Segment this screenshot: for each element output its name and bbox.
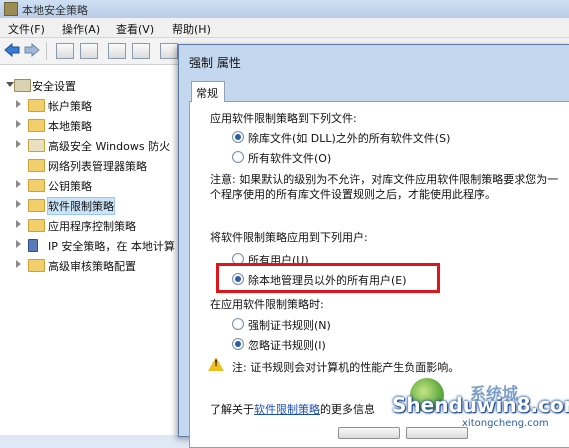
show-hide-tree-icon[interactable]	[80, 43, 98, 59]
tree-item-account-policy[interactable]: 帐户策略	[0, 95, 185, 115]
tab-general-label: 常规	[196, 87, 218, 100]
export-list-icon[interactable]	[132, 43, 150, 59]
tree-item-label: 本地策略	[48, 120, 92, 133]
properties-icon[interactable]	[108, 43, 126, 59]
menu-view[interactable]: 查看(V)	[116, 21, 154, 37]
watermark-subtext: xitongcheng.com	[462, 418, 549, 429]
navigation-tree: 安全设置 帐户策略 本地策略 高级安全 Windows 防火 网络列表管理器策略…	[0, 65, 186, 435]
toolbar-separator	[46, 42, 47, 60]
learn-more-line: 了解关于软件限制策略的更多信息	[210, 401, 375, 417]
radio-ignore-certificate-rules[interactable]	[232, 338, 244, 350]
folder-icon	[28, 159, 45, 172]
software-restriction-help-link[interactable]: 软件限制策略	[254, 403, 320, 416]
tree-item-firewall[interactable]: 高级安全 Windows 防火	[0, 135, 185, 155]
radio-exclude-libraries[interactable]	[232, 131, 244, 143]
forward-arrow-icon[interactable]	[24, 43, 40, 57]
main-window-title: 本地安全策略	[22, 4, 88, 17]
library-note-text: 注意: 如果默认的级别为不允许，对库文件应用软件限制策略要求您为一个程序使用的所…	[210, 173, 559, 201]
option-ignore-certificate-label[interactable]: 忽略证书规则(I)	[248, 337, 326, 353]
tree-item-label: 网络列表管理器策略	[48, 160, 147, 173]
ip-security-icon	[28, 239, 38, 252]
folder-icon	[28, 199, 45, 212]
security-policy-icon	[4, 2, 18, 16]
firewall-icon	[28, 139, 45, 152]
ok-button[interactable]	[338, 427, 400, 439]
folder-icon	[28, 179, 45, 192]
help-icon[interactable]	[160, 43, 178, 59]
back-arrow-icon[interactable]	[4, 43, 20, 57]
warning-icon: !	[208, 357, 224, 371]
folder-icon	[28, 119, 45, 132]
tree-item-local-policy[interactable]: 本地策略	[0, 115, 185, 135]
folder-icon	[28, 99, 45, 112]
expand-arrow-icon[interactable]	[16, 100, 21, 108]
folder-icon	[28, 259, 45, 272]
menu-action[interactable]: 操作(A)	[62, 21, 100, 37]
option-all-software-files-label[interactable]: 所有软件文件(O)	[248, 150, 331, 166]
expand-arrow-icon[interactable]	[16, 200, 21, 208]
tree-item-app-control[interactable]: 应用程序控制策略	[0, 215, 185, 235]
tree-item-label: 应用程序控制策略	[48, 220, 136, 233]
radio-all-software-files[interactable]	[232, 151, 244, 163]
apply-to-users-label: 将软件限制策略应用到下列用户:	[210, 231, 368, 244]
expand-arrow-icon[interactable]	[16, 220, 21, 228]
tree-item-label: 公钥策略	[48, 180, 92, 193]
security-settings-icon	[14, 79, 31, 92]
tree-item-ip-security[interactable]: IP 安全策略，在 本地计算	[0, 235, 185, 255]
tree-root[interactable]: 安全设置	[0, 75, 185, 95]
learn-more-prefix: 了解关于	[210, 403, 254, 416]
expand-arrow-icon[interactable]	[16, 140, 21, 148]
when-applying-label: 在应用软件限制策略时:	[210, 298, 324, 311]
folder-icon	[28, 219, 45, 232]
tree-item-public-key[interactable]: 公钥策略	[0, 175, 185, 195]
highlight-box	[216, 263, 440, 293]
watermark-brand: Shenduwin8.com	[392, 393, 569, 417]
tree-item-software-restriction[interactable]: 软件限制策略	[0, 195, 185, 215]
enforcement-properties-dialog: 强制 属性 常规 应用软件限制策略到下列文件: 除库文件(如 DLL)之外的所有…	[178, 44, 569, 448]
expand-arrow-icon[interactable]	[16, 260, 21, 268]
radio-enforce-certificate-rules[interactable]	[232, 318, 244, 330]
certificate-note-text: 注: 证书规则会对计算机的性能产生负面影响。	[232, 361, 460, 374]
expand-arrow-icon[interactable]	[16, 180, 21, 188]
tree-item-label: 高级安全 Windows 防火	[48, 140, 171, 153]
option-enforce-certificate-label[interactable]: 强制证书规则(N)	[248, 317, 331, 333]
collapse-arrow-icon[interactable]	[6, 82, 14, 87]
tree-item-advanced-audit[interactable]: 高级审核策略配置	[0, 255, 185, 275]
cancel-button[interactable]	[406, 427, 468, 439]
option-exclude-libraries-label[interactable]: 除库文件(如 DLL)之外的所有软件文件(S)	[248, 130, 450, 146]
tree-item-label: 高级审核策略配置	[48, 260, 136, 273]
learn-more-suffix: 的更多信息	[320, 403, 375, 416]
dialog-title: 强制 属性	[189, 56, 241, 70]
menu-file[interactable]: 文件(F)	[8, 21, 45, 37]
expand-arrow-icon[interactable]	[16, 120, 21, 128]
tree-item-network-list[interactable]: 网络列表管理器策略	[0, 155, 185, 175]
main-window-titlebar: 本地安全策略	[0, 0, 569, 18]
tree-item-label: 软件限制策略	[47, 197, 115, 215]
apply-to-files-label: 应用软件限制策略到下列文件:	[210, 112, 357, 125]
tree-item-label: IP 安全策略，在 本地计算	[48, 240, 175, 253]
menu-help[interactable]: 帮助(H)	[172, 21, 211, 37]
expand-arrow-icon[interactable]	[16, 240, 21, 248]
up-folder-icon[interactable]	[56, 43, 74, 59]
menu-bar: 文件(F) 操作(A) 查看(V) 帮助(H)	[0, 18, 569, 38]
tree-item-label: 帐户策略	[48, 100, 92, 113]
tab-general[interactable]: 常规	[191, 81, 225, 102]
tree-root-label: 安全设置	[32, 80, 76, 93]
